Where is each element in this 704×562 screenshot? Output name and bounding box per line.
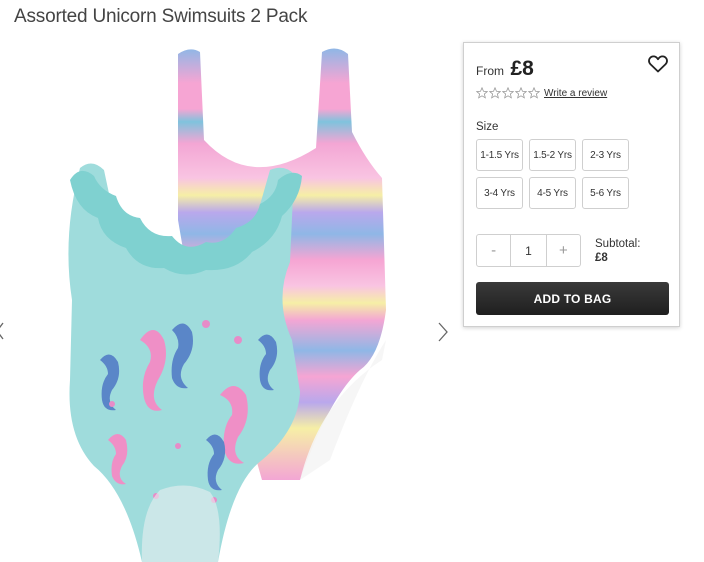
quantity-stepper: - 1 + (476, 234, 581, 267)
star-outline-icon (528, 87, 540, 99)
rating-row: Write a review (476, 87, 607, 99)
star-outline-icon (489, 87, 501, 99)
product-image (68, 48, 386, 562)
size-option[interactable]: 4-5 Yrs (529, 177, 576, 209)
size-option[interactable]: 1.5-2 Yrs (529, 139, 576, 171)
size-option[interactable]: 1-1.5 Yrs (476, 139, 523, 171)
gallery-prev-button[interactable] (0, 322, 4, 345)
product-image-gallery[interactable] (0, 40, 460, 562)
product-title: Assorted Unicorn Swimsuits 2 Pack (14, 6, 308, 27)
size-option[interactable]: 3-4 Yrs (476, 177, 523, 209)
add-to-bag-button[interactable]: ADD TO BAG (476, 282, 669, 315)
chevron-left-icon (0, 322, 4, 340)
price-prefix: From (476, 64, 504, 78)
star-outline-icon (476, 87, 488, 99)
subtotal: Subtotal: £8 (595, 237, 640, 265)
write-review-link[interactable]: Write a review (544, 88, 607, 99)
quantity-decrease-button[interactable]: - (477, 235, 510, 266)
subtotal-value: £8 (595, 252, 608, 264)
heart-outline-icon (648, 55, 668, 73)
size-option[interactable]: 2-3 Yrs (582, 139, 629, 171)
star-outline-icon (502, 87, 514, 99)
size-option[interactable]: 5-6 Yrs (582, 177, 629, 209)
purchase-panel: From £8 Write a review Size 1-1.5 Yrs 1.… (463, 42, 680, 327)
price-value: £8 (510, 57, 534, 80)
quantity-input[interactable]: 1 (510, 235, 547, 266)
quantity-increase-button[interactable]: + (547, 235, 580, 266)
price-row: From £8 (476, 57, 534, 81)
chevron-right-icon (438, 322, 448, 342)
subtotal-label: Subtotal: (595, 238, 641, 250)
rating-stars (476, 87, 540, 99)
size-label: Size (476, 121, 499, 133)
star-outline-icon (515, 87, 527, 99)
gallery-next-button[interactable] (438, 322, 448, 347)
wishlist-button[interactable] (648, 55, 668, 78)
